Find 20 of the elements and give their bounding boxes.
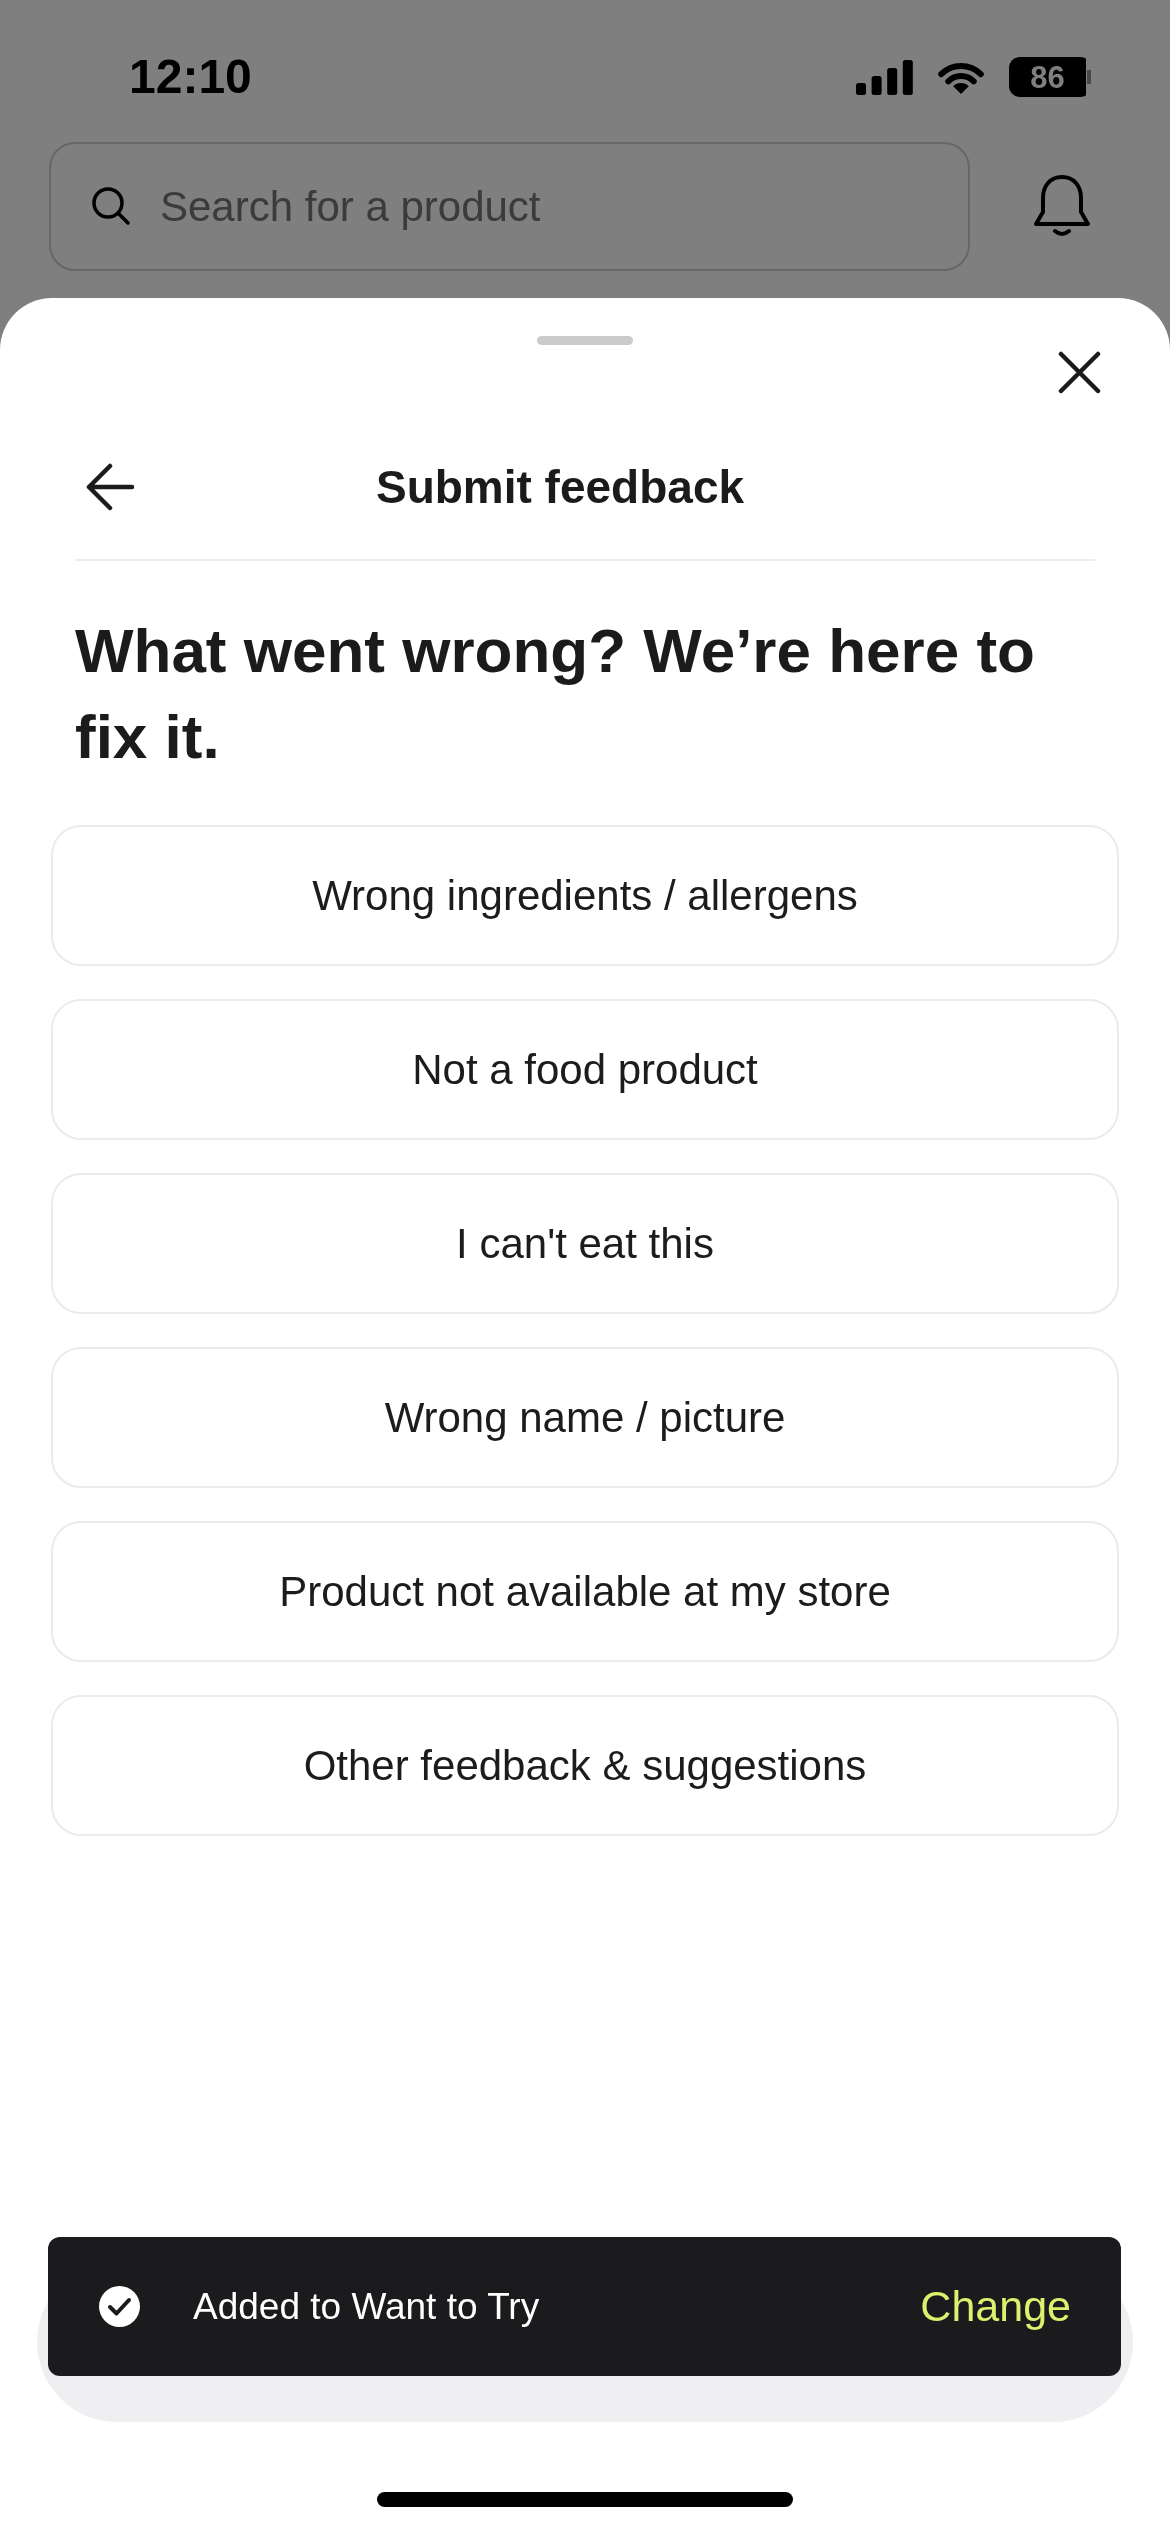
drag-handle[interactable] [537, 336, 633, 345]
sheet-title: Submit feedback [375, 460, 745, 514]
battery-indicator: 86 [1009, 57, 1091, 97]
search-icon [91, 186, 131, 226]
signal-icon [856, 59, 913, 95]
feedback-option-button[interactable]: Not a food product [51, 999, 1119, 1140]
check-circle-icon [99, 2286, 140, 2327]
feedback-option-button[interactable]: Product not available at my store [51, 1521, 1119, 1662]
back-arrow-icon[interactable] [86, 463, 135, 511]
close-icon[interactable] [1058, 351, 1101, 394]
change-button[interactable]: Change [920, 2282, 1071, 2331]
search-field[interactable]: Search for a product [49, 142, 970, 271]
feedback-option-button[interactable]: Wrong name / picture [51, 1347, 1119, 1488]
bell-icon[interactable] [1032, 174, 1092, 239]
sheet-heading: What went wrong? We’re here to fix it. [75, 615, 1036, 773]
status-time: 12:10 [129, 50, 252, 104]
feedback-option-button[interactable]: I can't eat this [51, 1173, 1119, 1314]
toast-message: Added to Want to Try [193, 2285, 540, 2328]
feedback-option-button[interactable]: Other feedback & suggestions [51, 1695, 1119, 1836]
feedback-option-button[interactable]: Wrong ingredients / allergens [51, 825, 1119, 966]
